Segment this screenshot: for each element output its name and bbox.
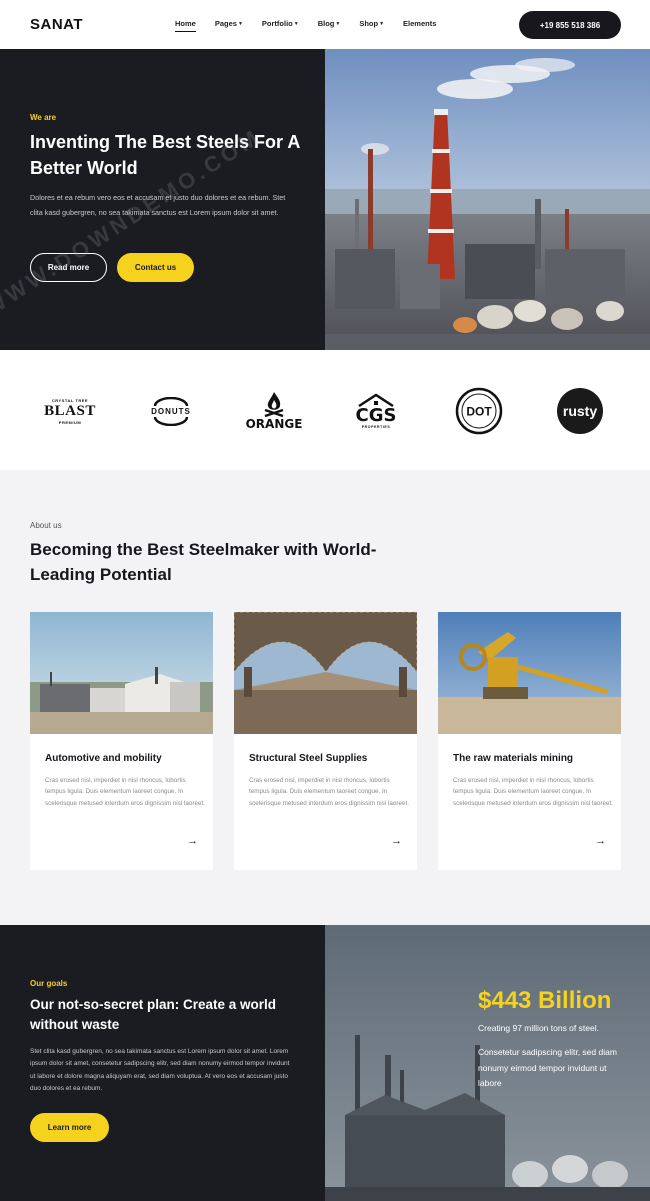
brand-name: BLAST bbox=[44, 402, 96, 419]
brand-name: rusty bbox=[557, 388, 603, 434]
about-title: Becoming the Best Steelmaker with World-… bbox=[30, 540, 377, 584]
nav-item-elements[interactable]: Elements bbox=[403, 19, 436, 28]
brand-logo-blast[interactable]: CRYSTAL TREE BLAST PREMIUM bbox=[40, 384, 100, 438]
read-more-button[interactable]: Read more bbox=[30, 253, 107, 282]
nav-item-home[interactable]: Home bbox=[175, 19, 196, 32]
card-text: Cras erosed nisl, imperdiet in nisl rhon… bbox=[453, 777, 613, 807]
goals-text: Stet clita kasd gubergren, no sea takima… bbox=[30, 1048, 290, 1092]
card-title: The raw materials mining bbox=[453, 753, 574, 764]
site-header: SANAT Home Pages▼ Portfolio▼ Blog▼ Shop▼… bbox=[0, 0, 650, 49]
about-section: About us Becoming the Best Steelmaker wi… bbox=[0, 470, 650, 925]
stat-text: Consetetur sadipscing elitr, sed diam no… bbox=[478, 1047, 617, 1088]
phone-button[interactable]: +19 855 518 386 bbox=[519, 11, 621, 39]
card-image-factory bbox=[30, 612, 213, 734]
nav-label: Home bbox=[175, 19, 196, 28]
hero-title: Inventing The Best Steels For A Better W… bbox=[30, 132, 300, 178]
arrow-right-icon[interactable]: → bbox=[391, 835, 402, 847]
brand-logo-orange[interactable]: ORANGE bbox=[246, 384, 302, 438]
hero-image-industrial-plant bbox=[325, 49, 650, 350]
nav-item-portfolio[interactable]: Portfolio▼ bbox=[262, 19, 299, 28]
hero-text: Dolores et ea rebum vero eos et accusam … bbox=[30, 193, 286, 217]
caret-down-icon: ▼ bbox=[379, 21, 385, 27]
service-card[interactable]: The raw materials mining Cras erosed nis… bbox=[438, 612, 621, 870]
card-image-steel-structure bbox=[234, 612, 417, 734]
about-kicker: About us bbox=[30, 521, 62, 530]
nav-label: Pages bbox=[214, 19, 237, 28]
caret-down-icon: ▼ bbox=[293, 21, 299, 27]
card-title: Structural Steel Supplies bbox=[249, 753, 368, 764]
goals-title: Our not-so-secret plan: Create a world w… bbox=[30, 997, 277, 1032]
nav-item-blog[interactable]: Blog▼ bbox=[318, 19, 341, 28]
stat-value: $443 Billion bbox=[478, 987, 612, 1014]
arch-icon bbox=[153, 396, 189, 406]
service-card[interactable]: Structural Steel Supplies Cras erosed ni… bbox=[234, 612, 417, 870]
nav-item-pages[interactable]: Pages▼ bbox=[215, 19, 243, 28]
brand-name: DONUTS bbox=[151, 406, 191, 416]
campfire-icon bbox=[264, 392, 284, 417]
card-text: Cras erosed nisl, imperdiet in nisl rhon… bbox=[249, 777, 409, 807]
learn-more-button[interactable]: Learn more bbox=[30, 1113, 109, 1142]
arch-icon bbox=[153, 416, 189, 426]
svg-text:DOT: DOT bbox=[466, 405, 492, 419]
card-title: Automotive and mobility bbox=[45, 753, 162, 764]
service-card[interactable]: Automotive and mobility Cras erosed nisl… bbox=[30, 612, 213, 870]
arrow-right-icon[interactable]: → bbox=[187, 835, 198, 847]
brand-logo-dot[interactable]: DOT bbox=[454, 384, 504, 438]
hero-kicker: We are bbox=[30, 113, 57, 122]
nav-label: Shop bbox=[359, 19, 379, 28]
main-nav: Home Pages▼ Portfolio▼ Blog▼ Shop▼ Eleme… bbox=[175, 19, 455, 32]
brand-logo-rusty[interactable]: rusty bbox=[557, 384, 603, 438]
caret-down-icon: ▼ bbox=[335, 21, 341, 27]
brand-name: CGS bbox=[355, 405, 397, 426]
nav-label: Portfolio bbox=[261, 19, 293, 28]
brand-logo-cgs[interactable]: CGS PROPERTIES bbox=[348, 384, 404, 438]
nav-label: Blog bbox=[317, 19, 335, 28]
contact-us-button[interactable]: Contact us bbox=[117, 253, 194, 282]
dot-badge-icon: DOT bbox=[455, 387, 503, 435]
brand-logo-donuts[interactable]: DONUTS bbox=[140, 384, 202, 438]
nav-item-shop[interactable]: Shop▼ bbox=[359, 19, 384, 28]
nav-label: Elements bbox=[403, 19, 437, 28]
brand-tagline: PROPERTIES bbox=[361, 425, 391, 429]
arrow-right-icon[interactable]: → bbox=[595, 835, 606, 847]
stat-subtitle: Creating 97 million tons of steel. bbox=[478, 1023, 599, 1033]
card-image-mining-machine bbox=[438, 612, 621, 734]
brand-name: ORANGE bbox=[245, 417, 303, 431]
brand-tagline: PREMIUM bbox=[58, 419, 82, 425]
goals-kicker: Our goals bbox=[30, 979, 68, 988]
site-logo[interactable]: SANAT bbox=[30, 16, 83, 33]
card-text: Cras erosed nisl, imperdiet in nisl rhon… bbox=[45, 777, 205, 807]
brand-logos-strip: CRYSTAL TREE BLAST PREMIUM DONUTS ORANGE… bbox=[0, 350, 650, 470]
caret-down-icon: ▼ bbox=[237, 21, 243, 27]
